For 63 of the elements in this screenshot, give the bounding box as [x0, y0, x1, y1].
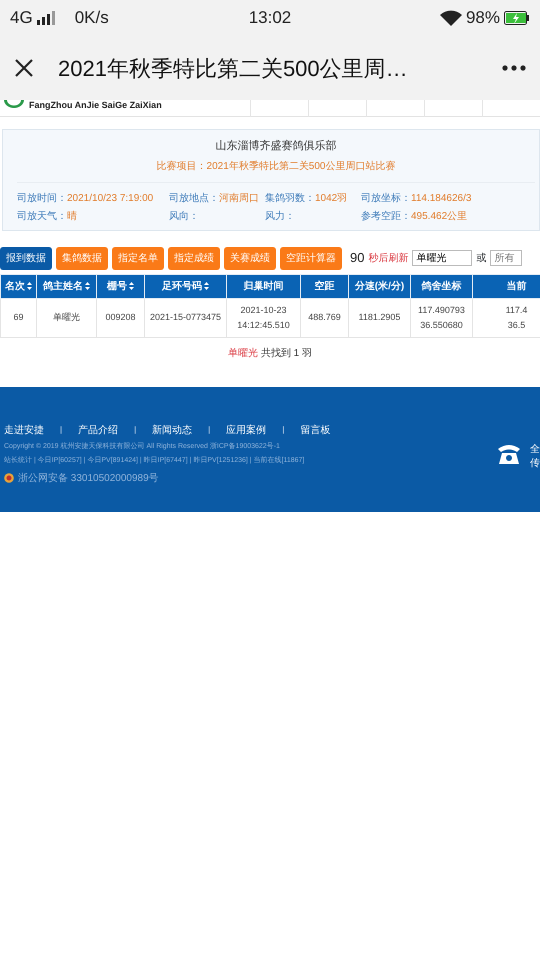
info-field: 风向： — [169, 208, 265, 224]
column-header[interactable]: 分速(米/分) — [348, 274, 410, 298]
column-header[interactable]: 鸽舍坐标 — [410, 274, 472, 298]
separator-text: | — [60, 424, 62, 436]
table-cell: 1181.2905 — [348, 298, 410, 337]
column-header[interactable]: 鸽主姓名 — [36, 274, 96, 298]
sort-icon — [85, 282, 90, 290]
footer-link[interactable]: 新闻动态 — [152, 422, 192, 438]
footer-link[interactable]: 走进安捷 — [4, 422, 44, 438]
table-cell: 009208 — [96, 298, 144, 337]
battery-percent: 98% — [466, 7, 500, 30]
clock: 13:02 — [248, 7, 292, 30]
search-field[interactable]: 单曜光 — [412, 250, 472, 266]
close-icon[interactable] — [14, 58, 34, 78]
separator-text: | — [208, 424, 210, 436]
column-header[interactable]: 棚号 — [96, 274, 144, 298]
phone-icon — [496, 442, 522, 464]
logo-text: FangZhou AnJie SaiGe ZaiXian — [29, 100, 162, 111]
info-field: 参考空距：495.462公里 — [361, 208, 535, 224]
side-text: 传 — [530, 456, 540, 470]
sort-icon — [129, 282, 134, 290]
table-cell: 2021-15-0773475 — [144, 298, 226, 337]
tab-button[interactable]: 报到数据 — [0, 246, 52, 270]
countdown: 90 — [350, 249, 364, 268]
column-header[interactable]: 空距 — [300, 274, 348, 298]
side-text: 全 — [530, 442, 540, 456]
footer-link[interactable]: 产品介绍 — [78, 422, 118, 438]
speed-label: 0K/s — [74, 7, 109, 30]
table-cell: 488.769 — [300, 298, 348, 337]
sort-icon — [204, 282, 209, 290]
filter-field[interactable]: 所有 — [490, 250, 522, 266]
or-label: 或 — [476, 252, 486, 266]
more-icon[interactable] — [502, 65, 526, 71]
badge-icon — [4, 473, 14, 483]
column-header[interactable]: 足环号码 — [144, 274, 226, 298]
info-field: 风力： — [265, 208, 361, 224]
info-field: 司放地点：河南周口 — [169, 190, 265, 206]
separator-text: | — [282, 424, 284, 436]
result-text: 单曜光 共找到 1 羽 — [227, 346, 313, 360]
refresh-label: 秒后刷新 — [368, 252, 408, 266]
column-header[interactable]: 名次 — [0, 274, 36, 298]
column-header[interactable]: 当前 — [472, 274, 540, 298]
signal-icon — [36, 11, 55, 25]
info-field: 司放时间：2021/10/23 7:19:00 — [17, 190, 169, 206]
table-cell: 117.490793 36.550680 — [410, 298, 472, 337]
separator-text: | — [134, 424, 136, 436]
page-title: 2021年秋季特比第二关500公里周… — [58, 54, 409, 82]
sort-icon — [27, 282, 32, 290]
club-name: 山东淄博齐盛赛鸽俱乐部 — [214, 138, 338, 154]
logo-icon — [3, 100, 25, 108]
network-label: 4G — [10, 7, 33, 30]
table-cell: 单曜光 — [36, 298, 96, 337]
info-field: 司放坐标：114.184626/3 — [361, 190, 535, 206]
footer-link[interactable]: 应用案例 — [226, 422, 266, 438]
info-field: 司放天气：晴 — [17, 208, 169, 224]
info-field: 集鸽羽数：1042羽 — [265, 190, 361, 206]
table-cell: 2021-10-23 14:12:45.510 — [226, 298, 300, 337]
police-record: 浙公网安备 33010502000989号 — [18, 472, 159, 486]
column-header[interactable]: 归巢时间 — [226, 274, 300, 298]
race-title: 比赛项目：2021年秋季特比第二关500公里周口站比赛 — [156, 160, 396, 174]
footer-link[interactable]: 留言板 — [300, 422, 330, 438]
wifi-icon — [440, 10, 462, 26]
table-cell: 69 — [0, 298, 36, 337]
